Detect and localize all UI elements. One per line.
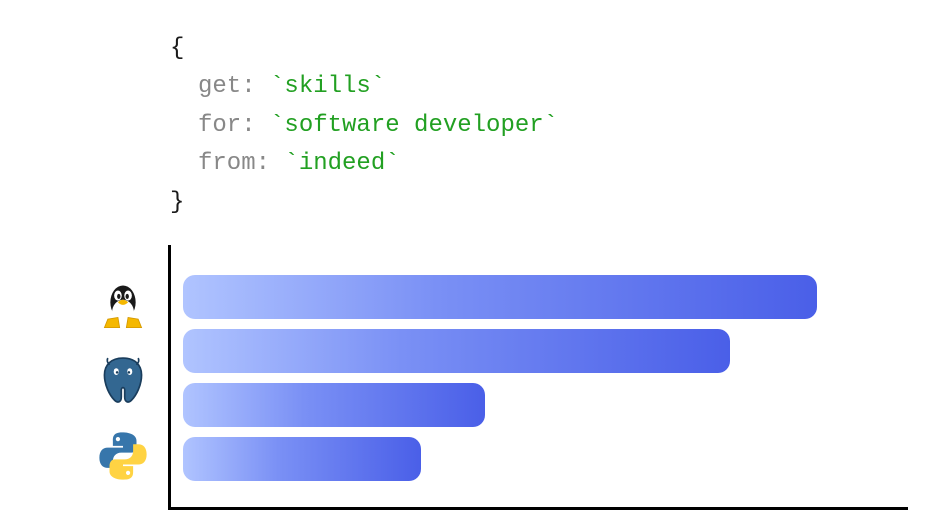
bar-python [183,437,421,481]
python-icon [94,427,152,485]
query-code-block: { get: `skills` for: `software developer… [170,30,558,222]
code-value-source: `indeed` [284,150,399,177]
linux-icon [94,275,152,333]
chart-bars [183,275,817,481]
code-value-skills: `skills` [270,73,385,100]
code-line-from: from: `indeed` [170,145,558,183]
code-key-from: from: [198,150,284,177]
code-key-for: for: [198,112,270,139]
bar-skill-3 [183,383,485,427]
bar-chart [88,245,908,515]
chart-icon-labels [88,275,158,485]
brace-close: } [170,184,558,222]
bar-linux [183,275,817,319]
code-key-get: get: [198,73,270,100]
code-line-for: for: `software developer` [170,107,558,145]
bar-postgresql [183,329,730,373]
brace-open: { [170,30,558,68]
code-value-role: `software developer` [270,112,558,139]
code-line-get: get: `skills` [170,68,558,106]
postgresql-icon [94,351,152,409]
